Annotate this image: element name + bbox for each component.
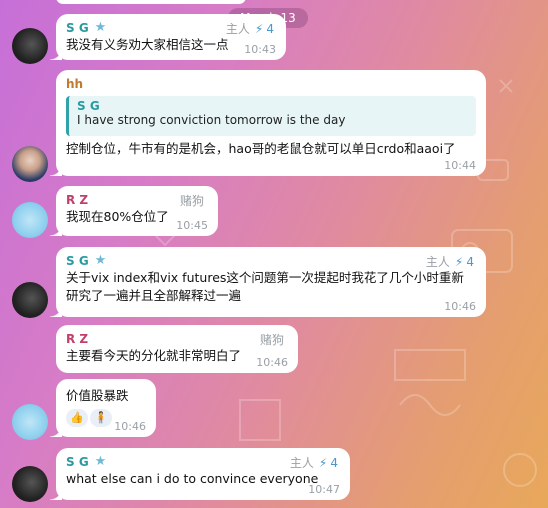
avatar-rz[interactable]	[12, 202, 48, 238]
member-role: 主人 ⚡ 4	[425, 254, 474, 270]
message-time: 10:45	[176, 219, 208, 232]
message-text: 控制仓位，牛市有的是机会，hao哥的老鼠仓就可以单日crdo和aaoi了	[66, 141, 456, 156]
message-text: what else can i do to convince everyone	[66, 471, 319, 486]
avatar-hh[interactable]	[12, 146, 48, 182]
message-text: 关于vix index和vix futures这个问题第一次提起时我花了几个小时…	[66, 270, 464, 303]
sender-name[interactable]: hh	[66, 76, 476, 92]
member-role: 赌狗	[259, 333, 284, 347]
sender-name[interactable]: S G ★	[66, 253, 476, 269]
message-bubble[interactable]: hh S G I have strong conviction tomorrow…	[50, 70, 486, 176]
message-text: 价值股暴跌	[66, 388, 129, 403]
member-role: 主人 ⚡ 4	[289, 455, 338, 471]
boost-icon: ⚡	[254, 21, 264, 36]
member-role: 主人 ⚡ 4	[225, 21, 274, 37]
avatar-sg[interactable]	[12, 466, 48, 502]
avatar-sg[interactable]	[12, 282, 48, 318]
star-icon: ★	[94, 454, 107, 469]
message-text: 主要看今天的分化就非常明白了	[66, 348, 242, 363]
boost-icon: ⚡	[454, 254, 464, 269]
previous-message-edge	[56, 0, 246, 4]
message-time: 10:46	[444, 300, 476, 313]
person-reaction-icon[interactable]: 🧍	[90, 409, 112, 427]
reply-quote[interactable]: S G I have strong conviction tomorrow is…	[66, 96, 476, 136]
message-time: 10:47	[308, 483, 340, 496]
sender-name[interactable]: R Z	[66, 331, 288, 347]
star-icon: ★	[94, 253, 107, 268]
message-bubble[interactable]: S G ★ 主人 ⚡ 4 我没有义务劝大家相信这一点 10:43	[50, 14, 286, 60]
avatar-rz[interactable]	[12, 404, 48, 440]
message-bubble[interactable]: S G ★ 主人 ⚡ 4 what else can i do to convi…	[50, 448, 350, 500]
avatar-sg[interactable]	[12, 28, 48, 64]
message-time: 10:43	[244, 43, 276, 56]
thumbs-up-reaction-icon[interactable]: 👍	[66, 409, 88, 427]
message-bubble[interactable]: S G ★ 主人 ⚡ 4 关于vix index和vix futures这个问题…	[50, 247, 486, 317]
message-bubble[interactable]: R Z 赌狗 我现在80%仓位了 10:45	[50, 186, 218, 236]
member-role: 赌狗	[179, 194, 204, 208]
boost-icon: ⚡	[318, 455, 328, 470]
message-bubble[interactable]: R Z 赌狗 主要看今天的分化就非常明白了 10:46	[56, 325, 298, 373]
message-time: 10:46	[256, 356, 288, 369]
star-icon: ★	[94, 20, 107, 35]
message-time: 10:46	[114, 420, 146, 433]
message-bubble[interactable]: 价值股暴跌 👍 🧍 10:46	[50, 379, 156, 437]
message-time: 10:44	[444, 159, 476, 172]
